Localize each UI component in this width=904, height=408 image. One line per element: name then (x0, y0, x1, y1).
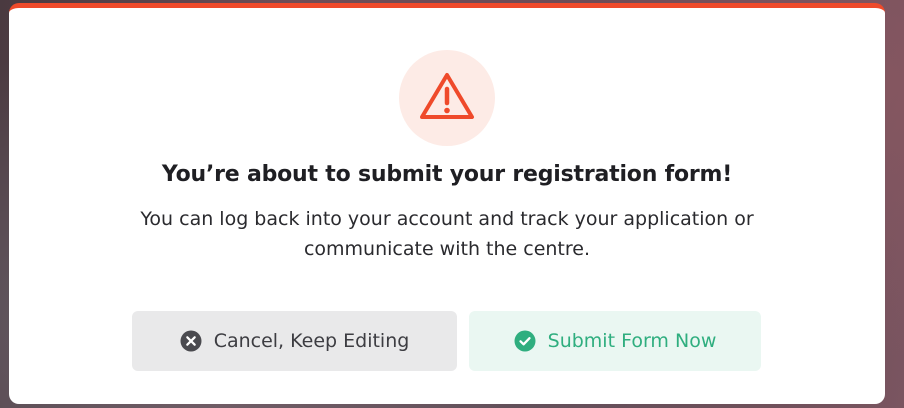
confirm-submit-dialog: You’re about to submit your registration… (9, 3, 885, 404)
check-circle-icon (514, 330, 536, 352)
cancel-button-label: Cancel, Keep Editing (213, 330, 410, 352)
cancel-keep-editing-button[interactable]: Cancel, Keep Editing (132, 311, 457, 371)
x-circle-icon (180, 330, 202, 352)
dialog-title: You’re about to submit your registration… (161, 162, 733, 187)
warning-badge (399, 50, 495, 146)
submit-form-button[interactable]: Submit Form Now (469, 311, 761, 371)
submit-button-label: Submit Form Now (547, 330, 717, 352)
warning-triangle-icon (418, 71, 476, 125)
dialog-message: You can log back into your account and t… (140, 208, 754, 260)
